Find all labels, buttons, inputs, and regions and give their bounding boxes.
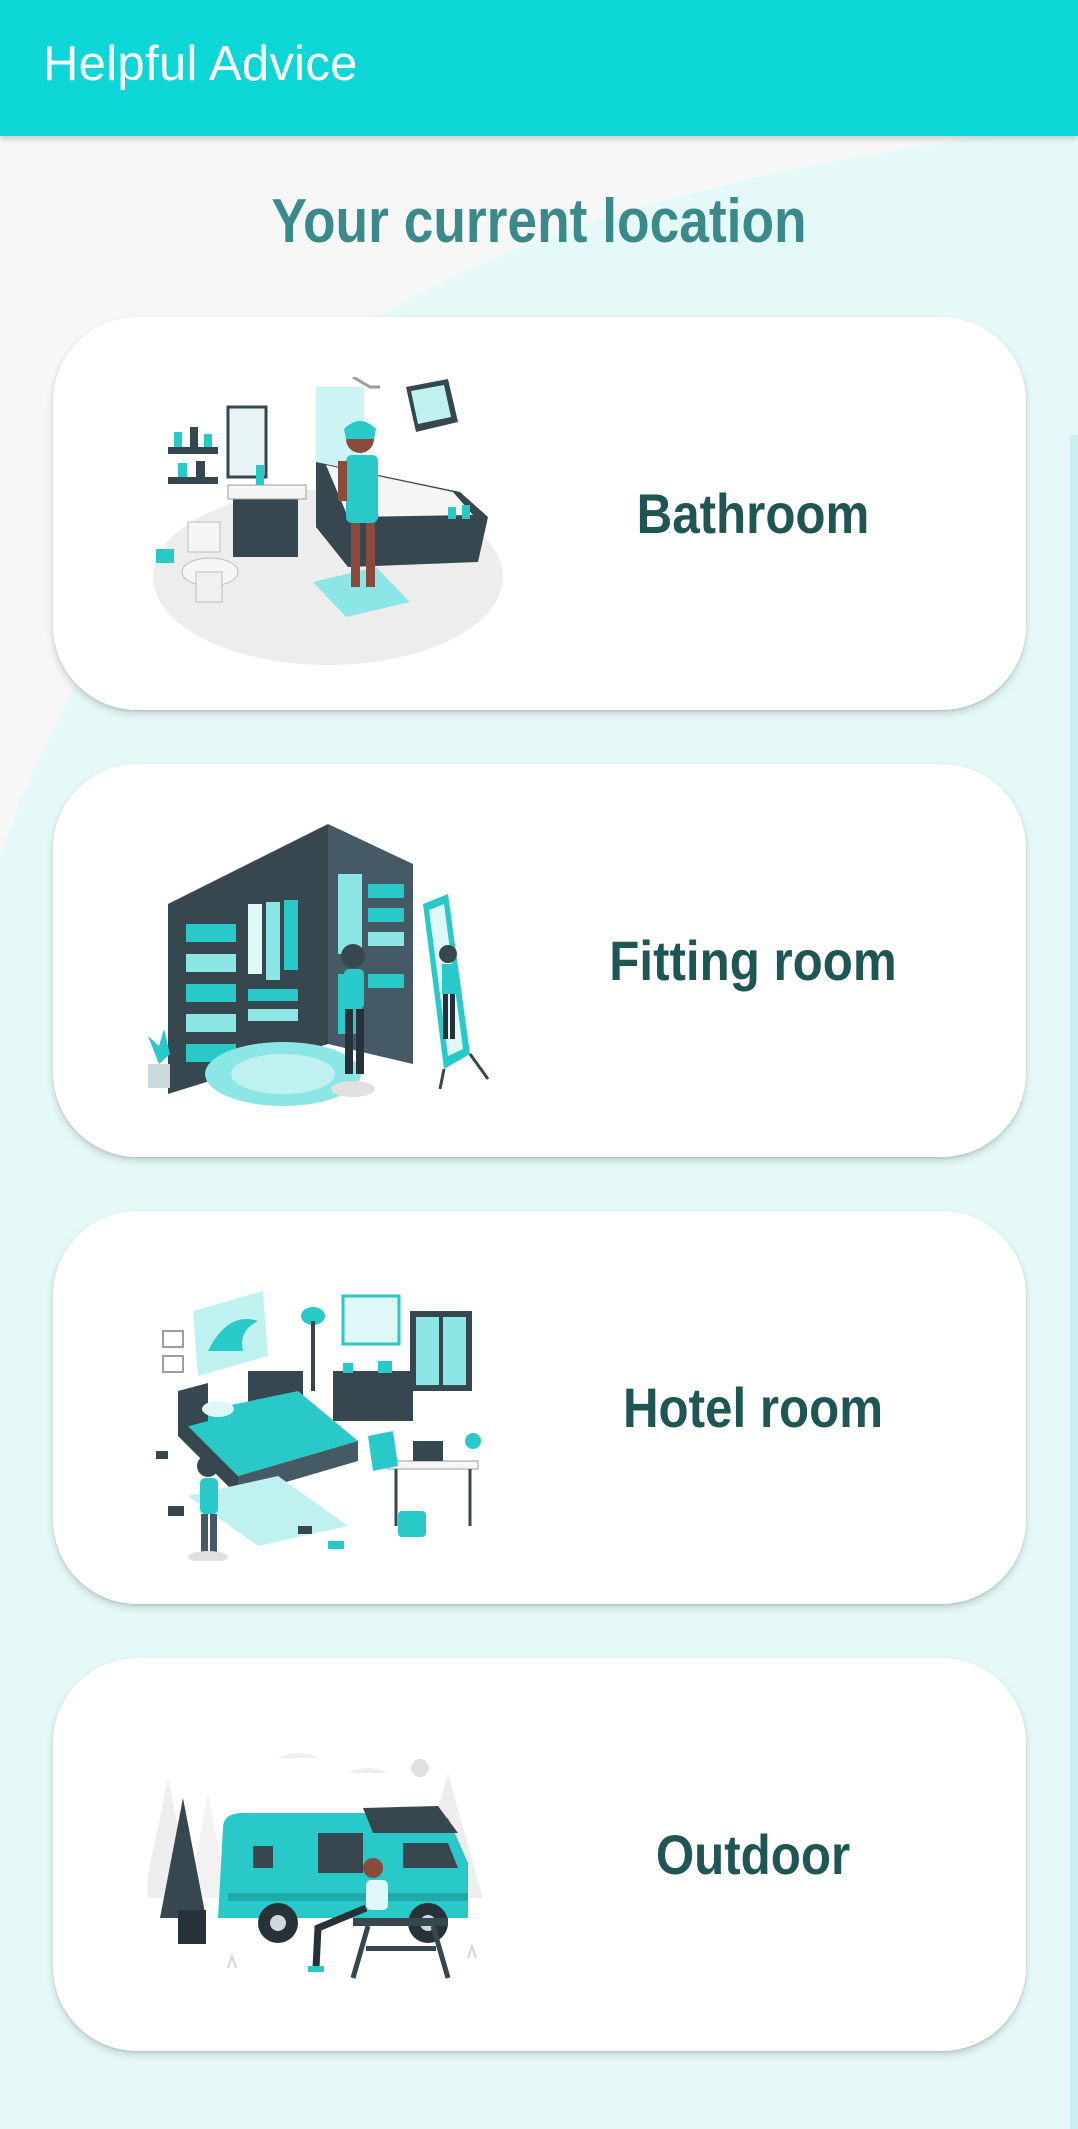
bathroom-illustration: [153, 377, 503, 665]
camper-van-outdoor-illustration: [148, 1753, 483, 1979]
location-label: Outdoor: [655, 1823, 851, 1886]
app-title: Helpful Advice: [43, 37, 358, 91]
app-bar: Helpful Advice: [0, 0, 1078, 136]
location-card-outdoor[interactable]: Outdoor: [53, 1658, 1026, 2051]
scrollbar[interactable]: [1070, 435, 1078, 2129]
location-card-fitting-room[interactable]: Fitting room: [53, 764, 1026, 1157]
location-card-hotel-room[interactable]: Hotel room: [53, 1211, 1026, 1604]
location-label: Fitting room: [609, 929, 897, 992]
location-label: Bathroom: [636, 482, 870, 545]
hotel-room-illustration: [156, 1291, 481, 1561]
location-label: Hotel room: [622, 1376, 884, 1439]
location-card-bathroom[interactable]: Bathroom: [53, 317, 1026, 710]
page-heading: Your current location: [271, 187, 807, 256]
fitting-room-illustration: [148, 824, 490, 1106]
